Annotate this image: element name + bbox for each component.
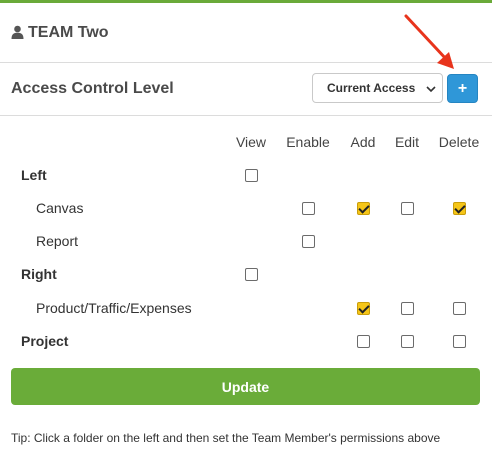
permission-row-label: Report [36, 233, 79, 249]
column-header-delete: Delete [438, 134, 480, 150]
view-checkbox[interactable] [245, 268, 258, 281]
add-checkbox[interactable] [357, 302, 370, 315]
enable-checkbox[interactable] [302, 202, 315, 215]
access-level-select[interactable]: Current Access [312, 73, 443, 103]
add-checkbox[interactable] [357, 202, 370, 215]
column-header-enable: Enable [286, 134, 330, 150]
edit-checkbox[interactable] [401, 302, 414, 315]
team-header: TEAM Two [0, 3, 492, 63]
update-button[interactable]: Update [11, 368, 480, 405]
team-name: TEAM Two [28, 23, 109, 41]
user-icon [11, 25, 24, 39]
column-header-view: View [235, 134, 267, 150]
edit-checkbox[interactable] [401, 202, 414, 215]
view-checkbox[interactable] [245, 169, 258, 182]
delete-checkbox[interactable] [453, 335, 466, 348]
permission-row-label: Canvas [36, 200, 84, 216]
permission-row-label: Project [21, 333, 69, 349]
permission-row-label: Left [21, 167, 47, 183]
tip-text: Tip: Click a folder on the left and then… [11, 431, 441, 445]
access-control-title: Access Control Level [11, 80, 174, 97]
edit-checkbox[interactable] [401, 335, 414, 348]
delete-checkbox[interactable] [453, 202, 466, 215]
add-access-button[interactable]: + [447, 74, 478, 103]
chevron-down-icon [426, 83, 436, 93]
access-level-select-value: Current Access [327, 81, 416, 95]
column-header-edit: Edit [394, 134, 420, 150]
add-checkbox[interactable] [357, 335, 370, 348]
permission-row-label: Product/Traffic/Expenses [36, 300, 192, 316]
delete-checkbox[interactable] [453, 302, 466, 315]
enable-checkbox[interactable] [302, 235, 315, 248]
access-control-header: Access Control Level Current Access + [0, 64, 492, 116]
permission-row-label: Right [21, 266, 57, 282]
